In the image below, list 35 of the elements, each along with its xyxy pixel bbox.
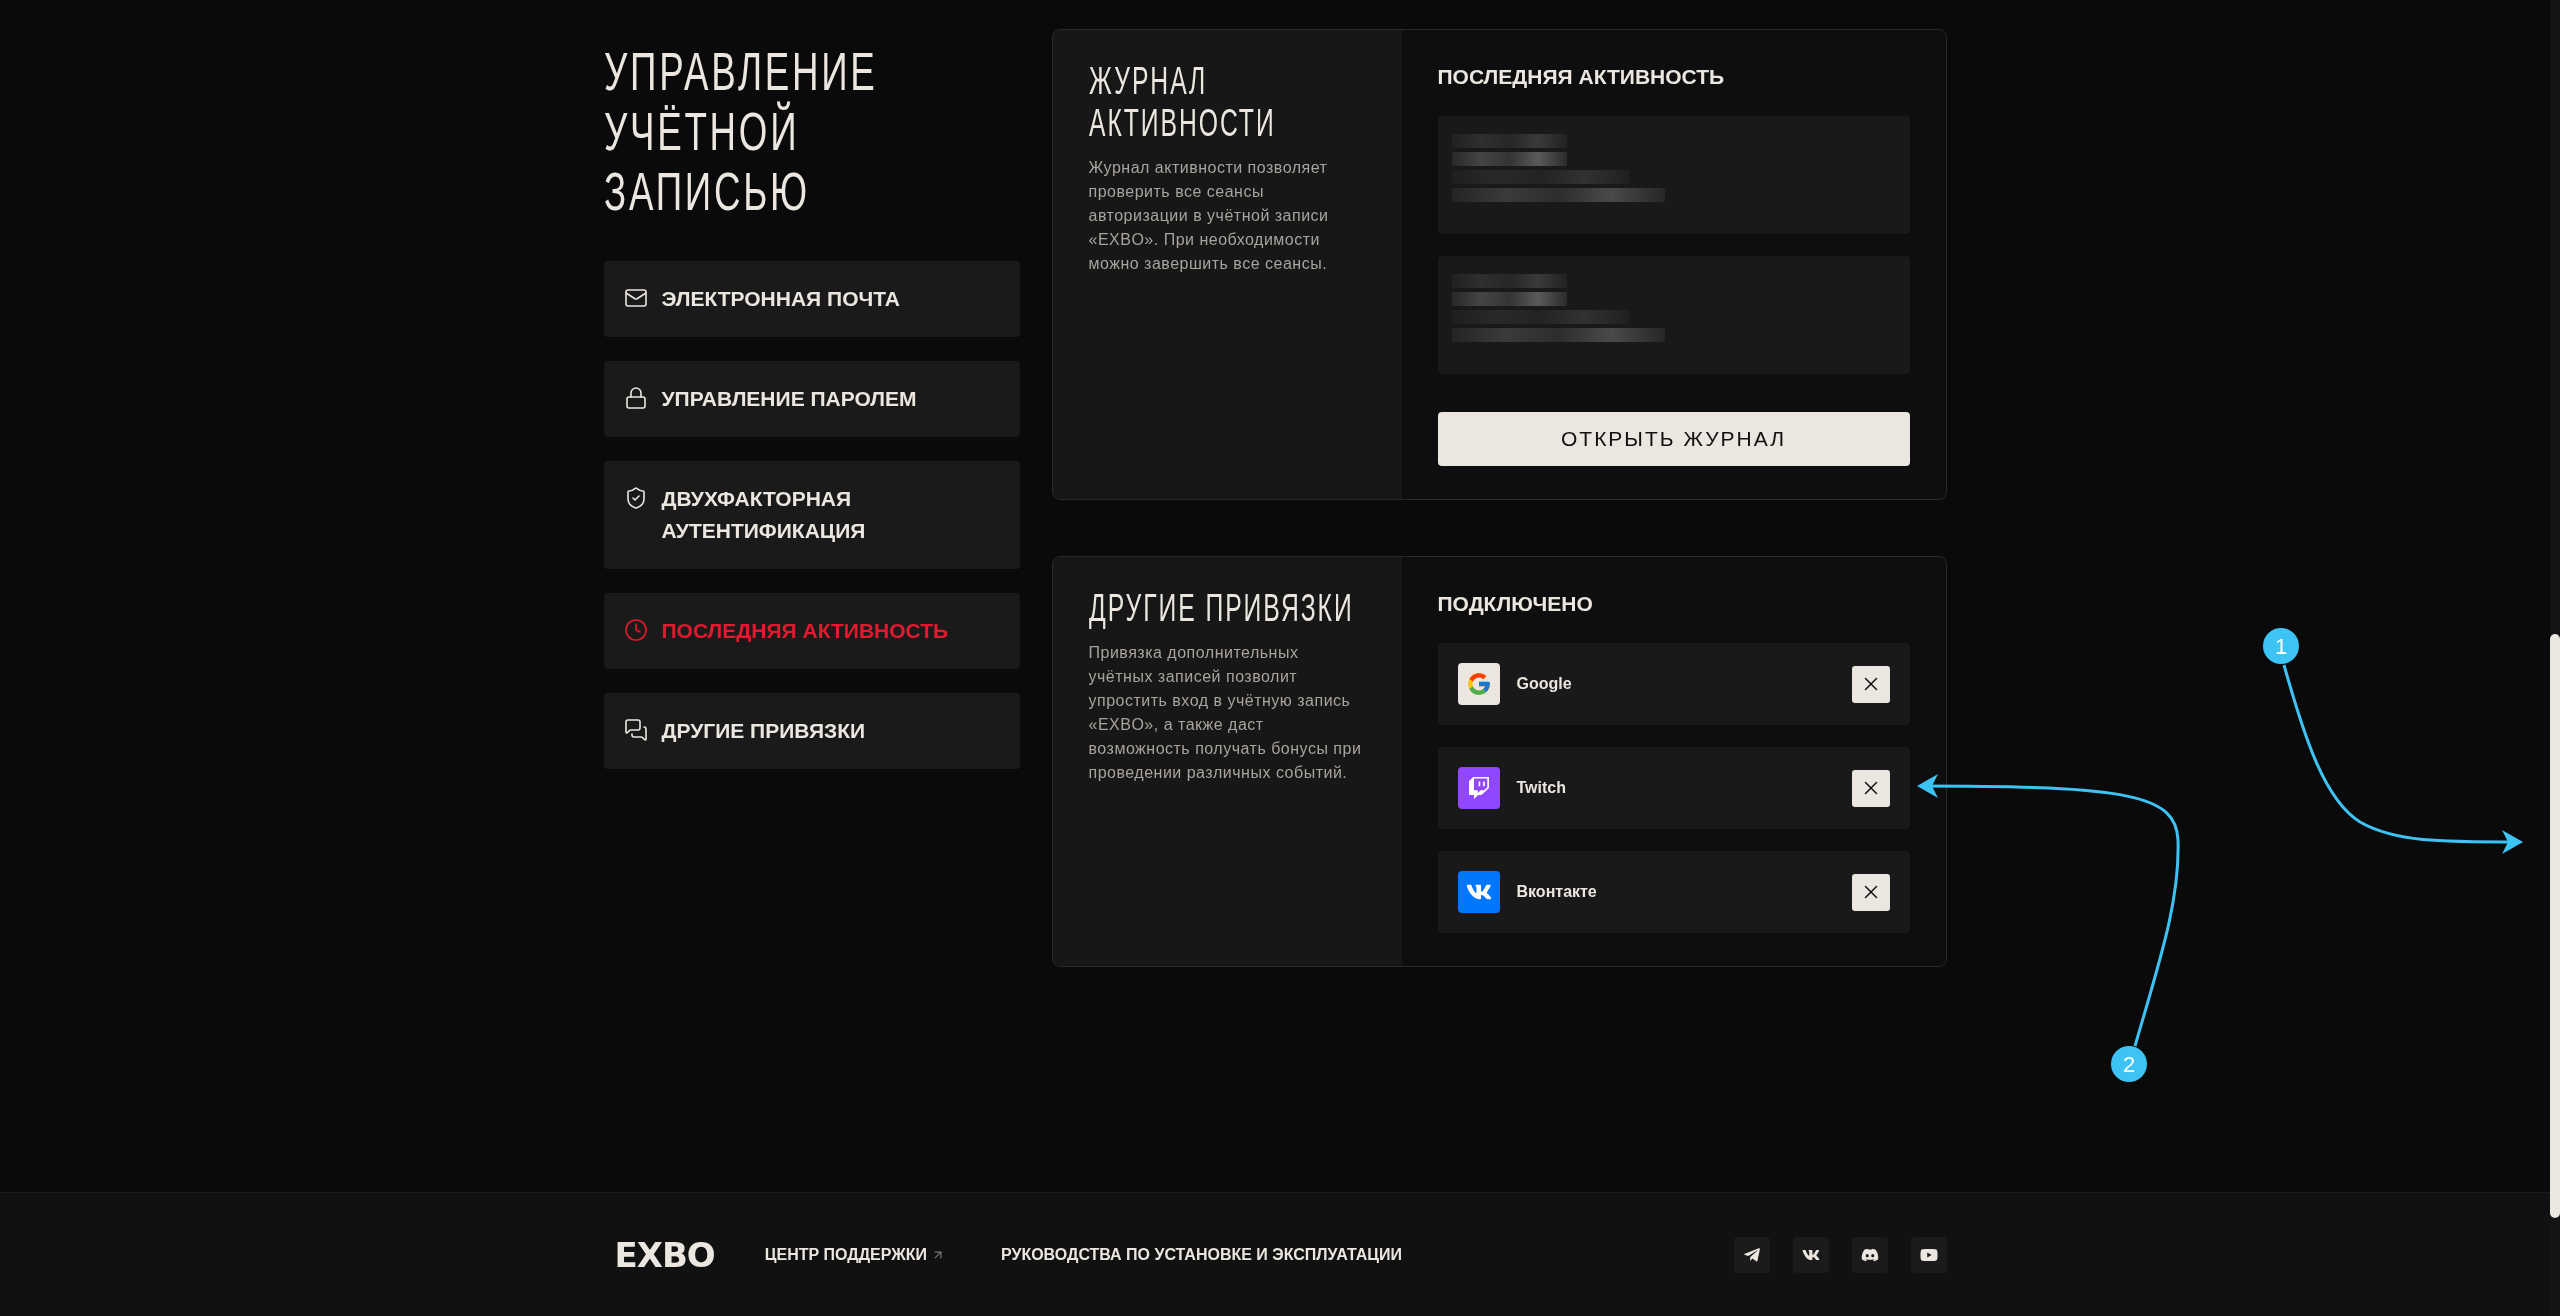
panel-title: ПОДКЛЮЧЕНО	[1437, 591, 1594, 617]
telegram-icon	[1742, 1245, 1761, 1264]
card-description: Привязка дополнительных учётных записей позволит упростить вход в учётную запись «EXBO», а также даст возможность получать бонусы при проведении различных событий.	[1088, 643, 1363, 783]
sidebar-item[interactable]: ДВУХФАКТОРНАЯ АУТЕНТИФИКАЦИЯ	[603, 461, 1020, 569]
scrollbar[interactable]	[2550, 0, 2560, 1316]
unlink-button[interactable]	[1851, 769, 1890, 807]
annotation-badge: 1	[2263, 628, 2299, 664]
footer-link[interactable]: РУКОВОДСТВА ПО УСТАНОВКЕ И ЭКСПЛУАТАЦИИ	[1000, 1245, 1402, 1264]
clock-icon	[623, 618, 648, 642]
service-name: Вконтакте	[1516, 883, 1598, 901]
sidebar-item[interactable]: ЭЛЕКТРОННАЯ ПОЧТА	[603, 261, 1020, 337]
mail-icon	[623, 286, 648, 310]
scrollbar-thumb[interactable]	[2550, 634, 2560, 1218]
service-name: Twitch	[1516, 779, 1567, 797]
annotation-badge: 2	[2111, 1046, 2147, 1082]
card-title: ЖУРНАЛ АКТИВНОСТИ	[1088, 60, 1277, 144]
lock-icon	[623, 386, 648, 410]
social-button[interactable]	[1733, 1236, 1770, 1273]
social-button[interactable]	[1910, 1236, 1947, 1273]
sidebar-item[interactable]: ПОСЛЕДНЯЯ АКТИВНОСТЬ	[603, 593, 1020, 669]
open-log-button[interactable]: ОТКРЫТЬ ЖУРНАЛ	[1437, 412, 1910, 466]
social-button[interactable]	[1792, 1236, 1829, 1273]
service-name: Google	[1516, 675, 1573, 693]
sidebar-item[interactable]: УПРАВЛЕНИЕ ПАРОЛЕМ	[603, 361, 1020, 437]
chat-icon	[623, 718, 648, 742]
page-title: УПРАВЛЕНИЕ УЧЁТНОЙ ЗАПИСЬЮ	[603, 41, 878, 221]
card-description: Журнал активности позволяет проверить все сеансы авторизации в учётной записи «EXBO». При необходимости можно завершить все сеансы.	[1088, 158, 1330, 274]
panel-title: ПОСЛЕДНЯЯ АКТИВНОСТЬ	[1437, 64, 1726, 90]
footer-link[interactable]: ЦЕНТР ПОДДЕРЖКИ	[764, 1245, 945, 1264]
unlink-button[interactable]	[1851, 665, 1890, 703]
sidebar-item[interactable]: ДРУГИЕ ПРИВЯЗКИ	[603, 693, 1020, 769]
card-title: ДРУГИЕ ПРИВЯЗКИ	[1088, 587, 1355, 629]
logo[interactable]: EXBO	[614, 1234, 715, 1275]
social-button[interactable]	[1851, 1236, 1888, 1273]
unlink-button[interactable]	[1851, 873, 1890, 911]
